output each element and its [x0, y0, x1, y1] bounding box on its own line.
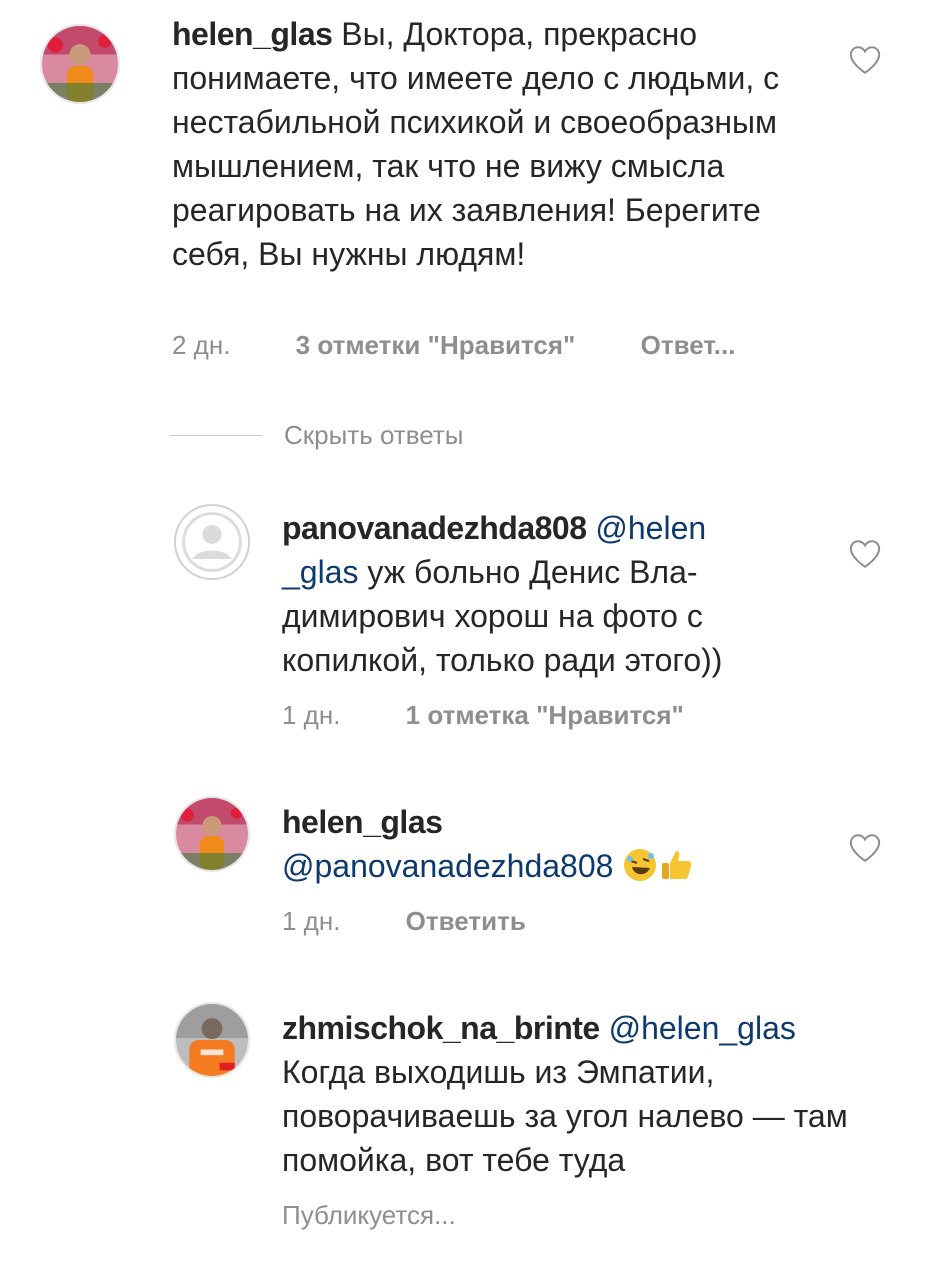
- avatar[interactable]: [174, 1002, 250, 1078]
- comment-meta: 2 дн. 3 отметки "Нравится" Ответ...: [172, 330, 793, 361]
- comment-text: zhmischok_na_brinte @helen_glas Когда вы…: [282, 1006, 852, 1182]
- heart-outline-icon: [849, 46, 881, 74]
- hide-replies-toggle[interactable]: Скрыть ответы: [170, 420, 464, 451]
- rofl-emoji: [622, 847, 658, 883]
- reply-button[interactable]: Ответить: [406, 906, 526, 936]
- like-button[interactable]: [848, 44, 882, 76]
- mention-link[interactable]: @helen: [595, 510, 706, 546]
- username[interactable]: panovanadezhda808: [282, 510, 587, 546]
- posting-status: Публикуется...: [282, 1200, 456, 1230]
- comment-body-continued: димирович хорош на фото с копилкой, толь…: [282, 598, 723, 678]
- default-avatar-icon: [176, 506, 248, 578]
- comment-body: Когда выходишь из Эмпатии, поворачиваешь…: [282, 1054, 848, 1178]
- avatar[interactable]: [174, 796, 250, 872]
- divider-line: [170, 435, 262, 436]
- comment-body: уж больно Денис Вла-: [358, 554, 698, 590]
- heart-outline-icon: [849, 834, 881, 862]
- comment-body: Вы, Доктора, прекрасно понимаете, что им…: [172, 16, 780, 272]
- mention-link[interactable]: @helen_glas: [609, 1010, 796, 1046]
- timestamp: 1 дн.: [282, 700, 341, 730]
- comment-text: helen_glas Вы, Доктора, прекрасно понима…: [172, 12, 812, 276]
- username[interactable]: zhmischok_na_brinte: [282, 1010, 600, 1046]
- comment-meta: 1 дн. 1 отметка "Нравится": [282, 700, 742, 731]
- thumbs-up-emoji: [658, 847, 694, 883]
- mention-link[interactable]: @panovanadezhda808: [282, 848, 613, 884]
- heart-outline-icon: [849, 540, 881, 568]
- timestamp: 1 дн.: [282, 906, 341, 936]
- like-button[interactable]: [848, 832, 882, 864]
- avatar[interactable]: [174, 504, 250, 580]
- mention-link-continued[interactable]: _glas: [282, 554, 359, 590]
- username[interactable]: helen_glas: [172, 16, 333, 52]
- comment-meta: 1 дн. Ответить: [282, 906, 584, 937]
- avatar-image: [42, 26, 118, 102]
- comment-text: helen_glas @panovanadezhda808: [282, 800, 802, 888]
- avatar-image: [176, 798, 248, 870]
- comment-text: panovanadezhda808 @helen _glas уж больно…: [282, 506, 802, 682]
- timestamp: 2 дн.: [172, 330, 231, 360]
- hide-replies-label: Скрыть ответы: [284, 420, 464, 450]
- avatar-image: [176, 1004, 248, 1076]
- reply-button[interactable]: Ответ...: [641, 330, 736, 360]
- username[interactable]: helen_glas: [282, 804, 443, 840]
- likes-count[interactable]: 3 отметки "Нравится": [296, 330, 576, 360]
- like-button[interactable]: [848, 538, 882, 570]
- likes-count[interactable]: 1 отметка "Нравится": [406, 700, 684, 730]
- avatar[interactable]: [40, 24, 120, 104]
